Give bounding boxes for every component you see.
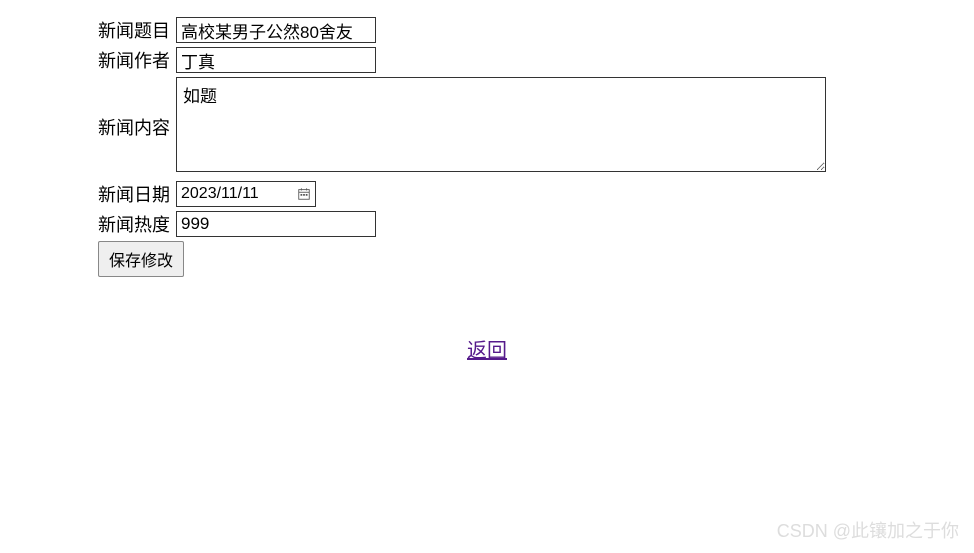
date-label: 新闻日期: [95, 179, 173, 209]
author-label: 新闻作者: [95, 45, 173, 75]
content-label: 新闻内容: [95, 75, 173, 179]
calendar-icon: [297, 187, 311, 201]
title-input[interactable]: [176, 17, 376, 43]
back-link[interactable]: 返回: [467, 340, 507, 362]
author-input[interactable]: [176, 47, 376, 73]
title-label: 新闻题目: [95, 15, 173, 45]
news-edit-form: 新闻题目 新闻作者 新闻内容 新闻日期 2023/11/11: [95, 15, 829, 279]
heat-input[interactable]: [176, 211, 376, 237]
watermark: CSDN @此镶加之于你: [777, 517, 959, 543]
save-button[interactable]: 保存修改: [98, 241, 184, 277]
content-textarea[interactable]: [176, 77, 826, 172]
date-value: 2023/11/11: [181, 185, 259, 203]
heat-label: 新闻热度: [95, 209, 173, 239]
back-link-container: 返回: [15, 334, 959, 363]
date-input[interactable]: 2023/11/11: [176, 181, 316, 207]
